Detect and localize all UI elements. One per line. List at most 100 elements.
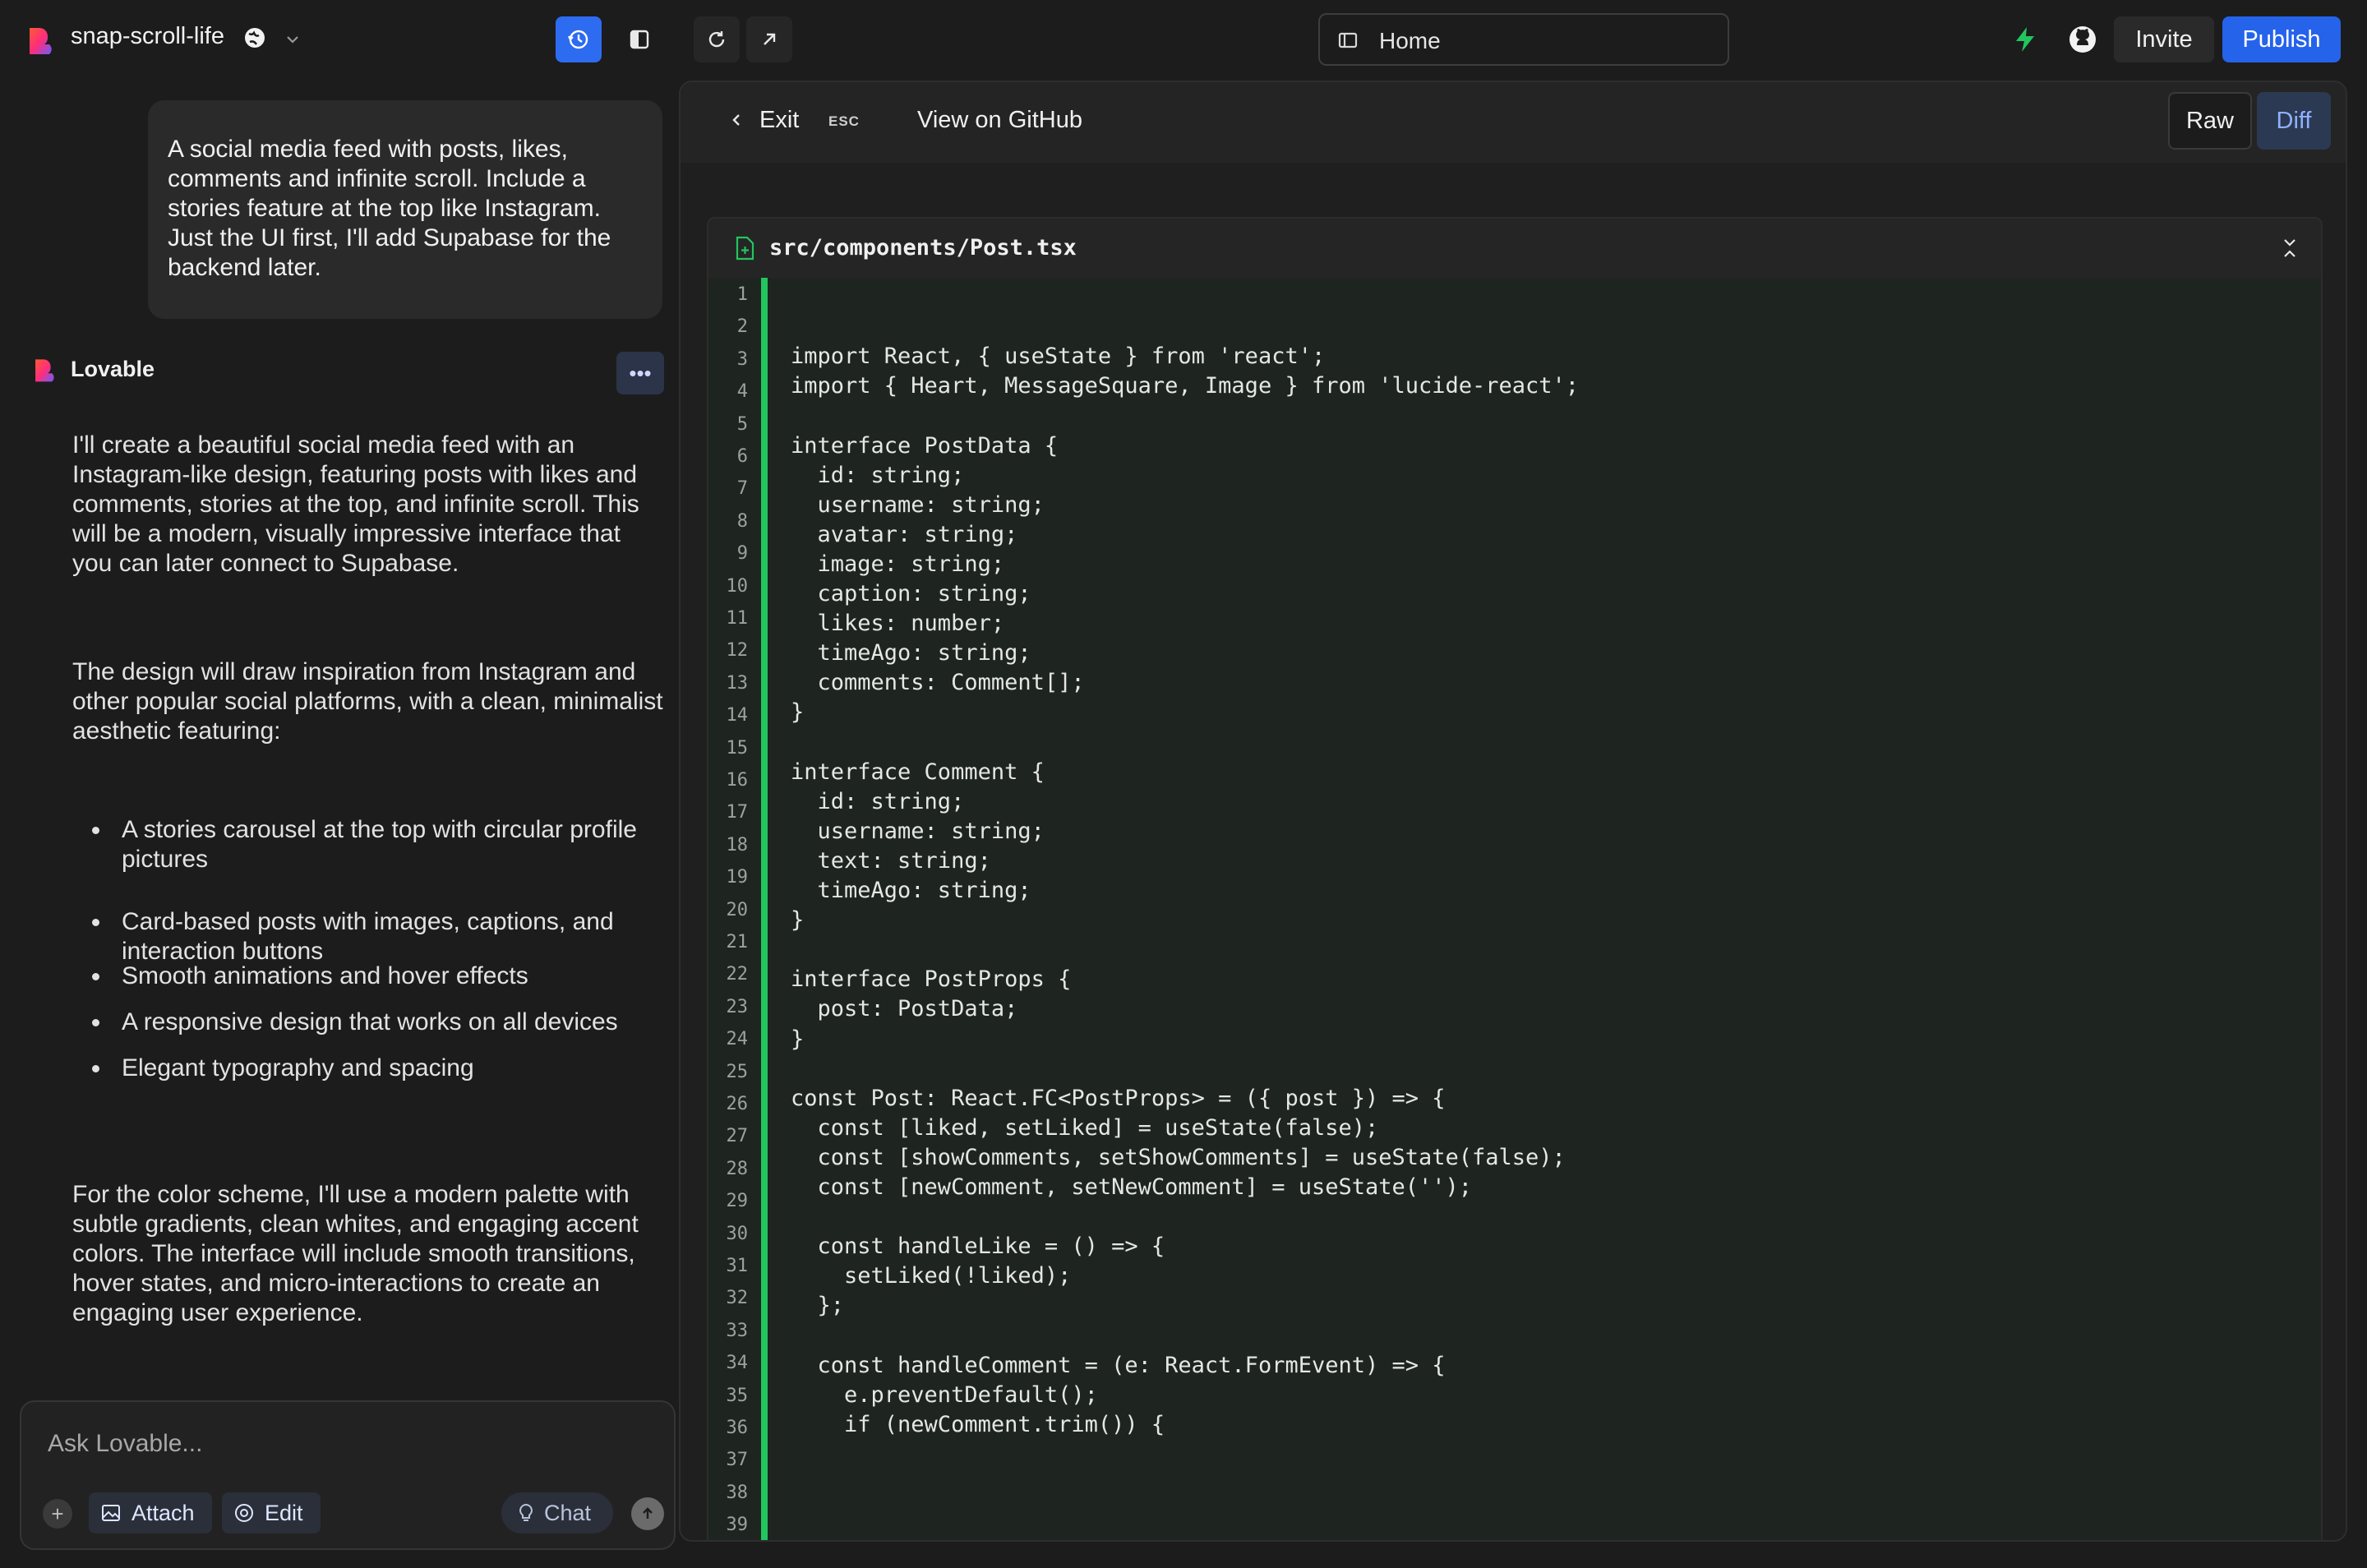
- line-number: 35: [726, 1385, 749, 1406]
- line-number: 18: [726, 834, 749, 855]
- line-number: 4: [736, 381, 748, 403]
- exit-button[interactable]: Exit: [759, 107, 799, 134]
- code-line: import React, { useState } from 'react';: [791, 344, 1326, 370]
- lovable-logo-icon[interactable]: [25, 25, 56, 56]
- view-on-github-link[interactable]: View on GitHub: [917, 107, 1082, 134]
- attach-label: Attach: [132, 1500, 195, 1525]
- arrow-up-icon: [639, 1506, 656, 1522]
- attach-button[interactable]: Attach: [89, 1492, 212, 1533]
- code-line: comments: Comment[];: [791, 670, 1085, 696]
- history-button[interactable]: [556, 16, 602, 62]
- line-number: 30: [726, 1223, 749, 1244]
- chevron-down-icon[interactable]: [283, 30, 302, 49]
- line-number: 37: [726, 1450, 749, 1471]
- code-line: interface Comment {: [791, 759, 1045, 785]
- line-number: 24: [726, 1029, 749, 1050]
- code-line: }: [791, 1026, 805, 1052]
- url-text: Home: [1379, 28, 1441, 53]
- file-added-icon: [733, 235, 756, 261]
- code-line: e.preventDefault();: [791, 1381, 1098, 1408]
- line-number: 33: [726, 1320, 749, 1341]
- line-number: 11: [726, 608, 749, 629]
- code-line: };: [791, 1293, 845, 1319]
- line-number: 36: [726, 1418, 749, 1438]
- diff-button[interactable]: Diff: [2257, 92, 2331, 150]
- line-number: 32: [726, 1288, 749, 1309]
- line-number: 6: [736, 446, 748, 467]
- line-number: 25: [726, 1061, 749, 1082]
- app-root: snap-scroll-life Home Invite Publish A s…: [0, 0, 2367, 1568]
- lightbulb-icon: [516, 1502, 536, 1524]
- code-viewer-header: Exit ESC View on GitHub Raw Diff: [681, 82, 2346, 163]
- code-line: username: string;: [791, 491, 1045, 518]
- added-lines-indicator: [761, 278, 768, 1540]
- edit-label: Edit: [265, 1500, 303, 1525]
- code-line: const [showComments, setShowComments] = …: [791, 1144, 1566, 1170]
- code-area: 1 2 3 4 5 6 7 8 9 10 11 12 13 14 15 16 17 18 19 20 21 22 23 24 2…: [708, 278, 2321, 1540]
- target-icon: [233, 1502, 255, 1524]
- line-number: 12: [726, 640, 749, 662]
- line-number: 31: [726, 1256, 749, 1276]
- chevron-left-icon[interactable]: [727, 110, 746, 130]
- image-icon: [100, 1502, 122, 1524]
- line-number: 27: [726, 1126, 749, 1147]
- line-number: 8: [736, 510, 748, 532]
- code-line: id: string;: [791, 462, 965, 488]
- code-line: const [newComment, setNewComment] = useS…: [791, 1174, 1473, 1200]
- edit-button[interactable]: Edit: [222, 1492, 321, 1533]
- sidebar-toggle-button[interactable]: [616, 16, 662, 62]
- top-bar: snap-scroll-life Home Invite Publish: [0, 0, 2367, 79]
- line-number: 2: [736, 316, 748, 338]
- url-bar[interactable]: Home: [1318, 13, 1729, 66]
- invite-button[interactable]: Invite: [2114, 16, 2214, 62]
- code-line: interface PostData {: [791, 432, 1059, 459]
- refresh-button[interactable]: [694, 16, 740, 62]
- code-line: image: string;: [791, 551, 1005, 577]
- line-number: 7: [736, 478, 748, 500]
- raw-button[interactable]: Raw: [2168, 92, 2252, 150]
- line-number: 39: [726, 1515, 749, 1536]
- file-header: src/components/Post.tsx: [708, 219, 2321, 278]
- ellipsis-icon: •••: [629, 360, 652, 385]
- lovable-logo-icon: [31, 357, 58, 383]
- user-message: A social media feed with posts, likes, c…: [148, 100, 662, 319]
- code-line: const handleComment = (e: React.FormEven…: [791, 1352, 1446, 1378]
- line-number: 5: [736, 413, 748, 435]
- line-number: 19: [726, 867, 749, 888]
- send-button[interactable]: [631, 1497, 664, 1530]
- line-number: 3: [736, 348, 748, 370]
- more-options-button[interactable]: •••: [616, 352, 664, 394]
- bolt-icon[interactable]: [2009, 23, 2042, 56]
- line-number: 15: [726, 737, 749, 759]
- project-name[interactable]: snap-scroll-life: [71, 23, 224, 50]
- line-number: 23: [726, 996, 749, 1017]
- list-item: A responsive design that works on all de…: [92, 1008, 672, 1037]
- assistant-paragraph: The design will draw inspiration from In…: [72, 658, 663, 745]
- plus-icon: +: [51, 1501, 64, 1526]
- line-number: 22: [726, 964, 749, 985]
- publish-button[interactable]: Publish: [2222, 16, 2341, 62]
- line-number: 38: [726, 1482, 749, 1503]
- code-line: const Post: React.FC<PostProps> = ({ pos…: [791, 1085, 1446, 1111]
- chat-composer: Ask Lovable... + Attach Edit Chat: [20, 1400, 676, 1550]
- code-line: }: [791, 907, 805, 934]
- line-number: 17: [726, 802, 749, 823]
- code-line: post: PostData;: [791, 996, 1018, 1022]
- chat-mode-button[interactable]: Chat: [501, 1492, 613, 1533]
- assistant-header: Lovable •••: [31, 352, 664, 394]
- code-viewer-panel: Exit ESC View on GitHub Raw Diff src/com…: [679, 81, 2347, 1542]
- code-line: import { Heart, MessageSquare, Image } f…: [791, 373, 1580, 399]
- code-line: interface PostProps {: [791, 966, 1072, 993]
- collapse-icon[interactable]: [2277, 233, 2303, 263]
- add-button[interactable]: +: [43, 1499, 72, 1529]
- github-icon[interactable]: [2066, 23, 2099, 56]
- line-number: 10: [726, 575, 749, 597]
- code-line: text: string;: [791, 847, 991, 874]
- file-path: src/components/Post.tsx: [769, 235, 1077, 261]
- code-line: }: [791, 699, 805, 726]
- line-number-gutter: 1 2 3 4 5 6 7 8 9 10 11 12 13 14 15 16 17 18 19 20 21 22 23 24 2…: [708, 278, 759, 1540]
- open-external-button[interactable]: [746, 16, 792, 62]
- globe-icon[interactable]: [242, 25, 268, 51]
- line-number: 1: [736, 284, 748, 305]
- chat-input[interactable]: Ask Lovable...: [48, 1430, 202, 1458]
